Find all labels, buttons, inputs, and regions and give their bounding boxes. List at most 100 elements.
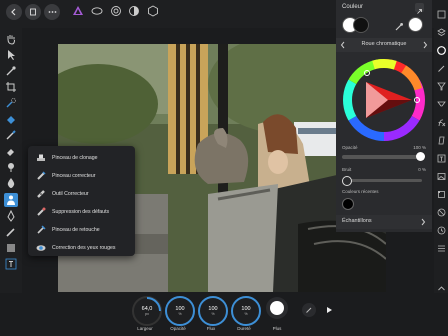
develop-persona-button[interactable] xyxy=(110,5,122,17)
recent-colors-label: Couleurs récentes xyxy=(342,189,379,194)
brush-icon xyxy=(306,307,312,313)
studio-tab-macro[interactable] xyxy=(436,243,446,253)
menu-item-blemish-removal[interactable]: Suppression des défauts xyxy=(28,203,135,221)
current-color-swatch[interactable] xyxy=(408,17,423,32)
brush-icon xyxy=(437,65,444,72)
color-mode-selector[interactable]: Roue chromatique xyxy=(336,38,432,52)
shape-tool[interactable] xyxy=(4,241,18,255)
noise-slider[interactable] xyxy=(342,179,422,182)
selection-brush-icon xyxy=(6,98,16,108)
dodge-tool[interactable] xyxy=(4,160,18,174)
studio-tab-text[interactable] xyxy=(436,153,446,163)
export-persona-button[interactable] xyxy=(147,5,159,17)
swatches-label: Échantillons xyxy=(342,218,372,224)
brush-settings-button[interactable] xyxy=(302,303,316,317)
blur-brush-tool[interactable] xyxy=(4,176,18,190)
flood-fill-icon xyxy=(7,116,15,124)
brush-icon xyxy=(6,130,16,140)
patch-tool-icon xyxy=(37,190,45,198)
move-tool[interactable] xyxy=(4,48,18,62)
secondary-color-well[interactable] xyxy=(353,17,369,33)
clone-brush-icon xyxy=(37,154,45,161)
hand-icon xyxy=(7,35,15,45)
width-dial-arc xyxy=(146,297,161,312)
flow-dial[interactable]: 100 % xyxy=(198,296,228,326)
color-wheel[interactable] xyxy=(342,58,426,142)
tone-mapping-persona-button[interactable] xyxy=(128,5,140,17)
crop-tool[interactable] xyxy=(4,80,18,94)
back-button[interactable] xyxy=(6,4,22,20)
pen-tool[interactable] xyxy=(4,209,18,223)
collapse-up-button[interactable] xyxy=(436,283,446,293)
more-label: Plus xyxy=(272,326,282,331)
swatches-row[interactable]: Échantillons xyxy=(336,215,432,229)
recent-color-swatch[interactable] xyxy=(342,198,354,210)
studio-tab-brushes[interactable] xyxy=(436,63,446,73)
panel-options-button[interactable] xyxy=(415,3,424,14)
noise-slider-thumb[interactable] xyxy=(342,176,352,186)
document-button[interactable] xyxy=(25,4,41,20)
studio-tab-channels[interactable] xyxy=(436,225,446,235)
affinity-photo-icon xyxy=(73,6,83,15)
erase-brush-tool[interactable] xyxy=(4,144,18,158)
stack-icon xyxy=(436,28,446,36)
paint-brush-tool[interactable] xyxy=(4,128,18,142)
eyedropper-icon xyxy=(6,66,16,76)
eraser-icon xyxy=(7,149,14,156)
expand-icon xyxy=(417,9,422,14)
liquify-persona-button[interactable] xyxy=(91,5,103,17)
pencil-tool[interactable] xyxy=(4,225,18,239)
more-button[interactable] xyxy=(266,297,288,319)
dodge-icon xyxy=(8,163,14,172)
filter-icon xyxy=(436,101,446,106)
selection-brush-tool[interactable] xyxy=(4,96,18,110)
eyedropper-icon xyxy=(395,23,403,31)
opacity-slider-thumb[interactable] xyxy=(416,152,425,161)
studio-tab-styles[interactable] xyxy=(436,135,446,145)
menu-item-clone-brush[interactable]: Pinceau de clonage xyxy=(28,149,135,167)
channels-icon xyxy=(437,245,445,251)
retouch-tool-group[interactable] xyxy=(4,193,18,207)
person-icon xyxy=(7,195,15,205)
healing-brush-icon xyxy=(37,171,46,180)
menu-item-red-eye[interactable]: Correction des yeux rouges xyxy=(28,239,135,257)
menu-item-label: Correction des yeux rouges xyxy=(52,245,116,251)
noise-label: Bruit xyxy=(342,167,352,172)
menu-item-label: Outil Correcteur xyxy=(52,191,89,197)
drop-icon xyxy=(7,178,15,188)
studio-tab-color[interactable] xyxy=(436,45,446,55)
menu-item-inpainting-brush[interactable]: Pinceau de retouche xyxy=(28,221,135,239)
eyedropper-button[interactable] xyxy=(394,19,404,31)
studio-tab-history[interactable] xyxy=(436,207,446,217)
opacity-slider[interactable] xyxy=(342,155,422,159)
color-mode-label: Roue chromatique xyxy=(361,41,407,47)
menu-item-healing-brush[interactable]: Pinceau correcteur xyxy=(28,167,135,185)
chevron-right-icon xyxy=(423,41,428,49)
more-options-button[interactable] xyxy=(44,4,60,20)
opacity-dial[interactable]: 100 % xyxy=(165,296,195,326)
studio-tab-effects[interactable] xyxy=(436,117,446,127)
studio-tab-transform[interactable] xyxy=(436,189,446,199)
flood-select-tool[interactable] xyxy=(4,112,18,126)
studio-tab-filters[interactable] xyxy=(436,99,446,109)
studio-tab-stack[interactable] xyxy=(436,27,446,37)
studio-tab-navigator[interactable] xyxy=(436,171,446,181)
width-dial[interactable]: 64,0 px xyxy=(132,296,162,326)
export-icon xyxy=(148,5,158,17)
menu-item-patch-tool[interactable]: Outil Correcteur xyxy=(28,185,135,203)
text-tool[interactable] xyxy=(4,257,18,271)
layers-icon xyxy=(437,10,445,18)
photo-persona-button[interactable] xyxy=(72,5,84,17)
menu-item-label: Pinceau de retouche xyxy=(52,227,100,233)
view-tool[interactable] xyxy=(4,32,18,46)
tools-panel xyxy=(0,28,22,293)
chevron-left-icon xyxy=(11,8,16,16)
play-button[interactable] xyxy=(324,305,334,315)
studio-tab-layers[interactable] xyxy=(436,9,446,19)
color-picker-tool[interactable] xyxy=(4,64,18,78)
develop-icon xyxy=(111,6,121,16)
clock-icon xyxy=(437,226,445,234)
document-icon xyxy=(30,8,36,16)
studio-tab-adjustments[interactable] xyxy=(436,81,446,91)
hardness-dial[interactable]: 100 % xyxy=(231,296,261,326)
